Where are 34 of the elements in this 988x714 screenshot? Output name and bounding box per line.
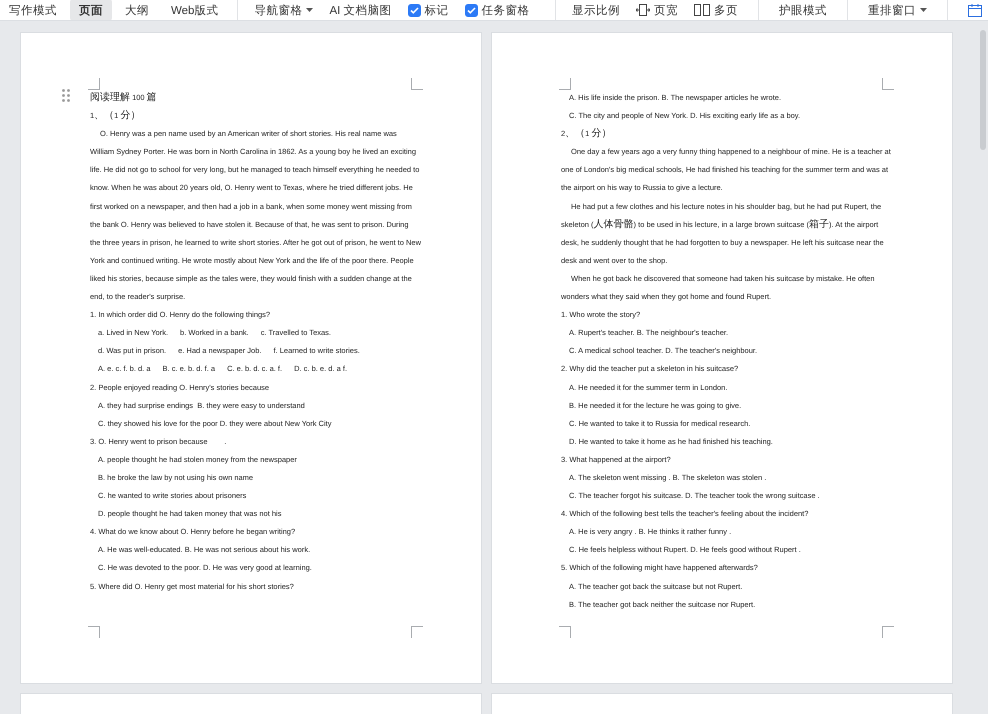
checkbox[interactable] (408, 4, 421, 16)
caret-icon (920, 8, 927, 12)
corner-mark (882, 626, 894, 638)
toolbar-button[interactable]: 页宽 (630, 0, 684, 20)
view-tab[interactable]: 大纲 (116, 0, 158, 20)
toolbar-button[interactable]: 显示比例 (566, 0, 626, 20)
corner-mark (411, 626, 423, 638)
checkmark-icon (410, 6, 419, 14)
calendar-icon[interactable] (968, 4, 982, 16)
checkbox-label: 任务窗格 (482, 3, 530, 18)
corner-mark (559, 78, 571, 90)
toolbar-button[interactable]: 多页 (688, 0, 744, 20)
corner-mark (88, 78, 100, 90)
corner-mark (882, 78, 894, 90)
checkbox-toggle[interactable]: 任务窗格 (458, 0, 536, 20)
toolbar-button[interactable]: AI 文档脑图 (323, 0, 398, 20)
checkmark-icon (466, 6, 476, 14)
multi-page-icon (694, 4, 710, 16)
corner-mark (88, 626, 100, 638)
scrollbar-thumb[interactable] (980, 30, 986, 150)
page-width-icon (636, 4, 650, 16)
corner-mark (411, 78, 423, 90)
view-tab[interactable]: 页面 (70, 0, 112, 20)
toolbar-button[interactable]: 护眼模式 (773, 0, 833, 20)
dropdown-button[interactable]: 重排窗口 (862, 0, 933, 20)
checkbox-label: 标记 (424, 4, 449, 18)
dropdown-button[interactable]: 导航窗格 (248, 0, 320, 20)
view-tab[interactable]: Web版式 (162, 0, 228, 20)
view-tab[interactable]: 写作模式 (0, 0, 66, 20)
caret-icon (306, 8, 314, 12)
drag-handle-icon[interactable] (62, 89, 70, 102)
checkbox[interactable] (464, 4, 478, 16)
checkbox-toggle[interactable]: 标记 (402, 0, 455, 20)
corner-mark (559, 626, 571, 638)
